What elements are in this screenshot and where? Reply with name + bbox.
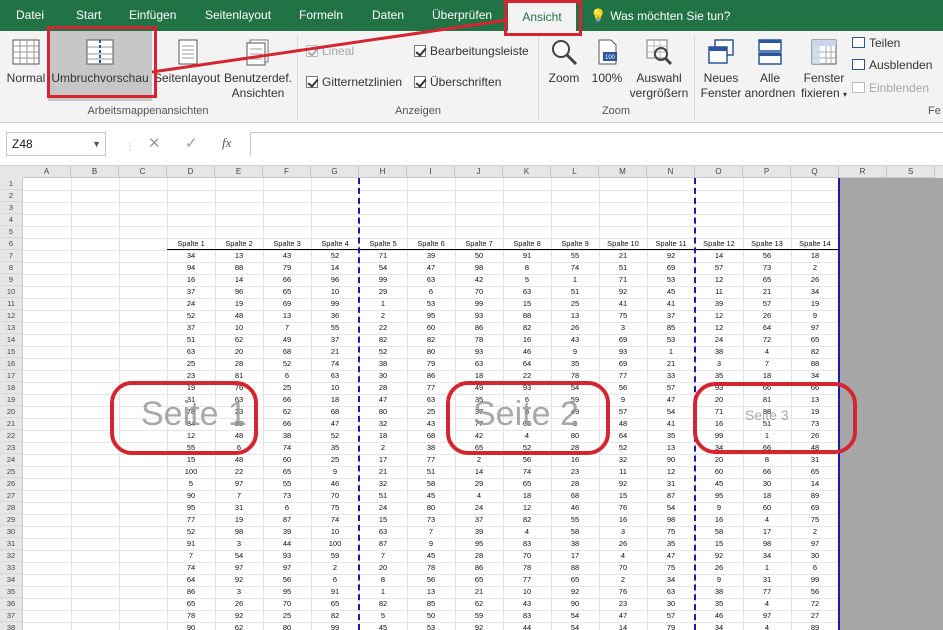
highlight-page-1: [110, 381, 258, 455]
excel-window: Datei Start Einfügen Seitenlayout Formel…: [0, 0, 943, 630]
highlight-page-3: [693, 382, 857, 454]
annotation-arrow: [151, 18, 509, 74]
highlight-page-2: [446, 381, 610, 455]
